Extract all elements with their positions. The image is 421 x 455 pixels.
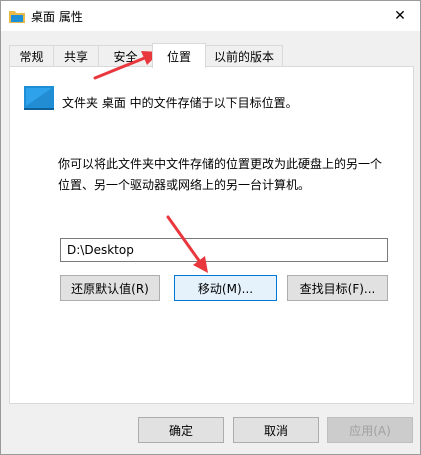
location-info: 你可以将此文件夹中文件存储的位置更改为此硬盘上的另一个 位置、另一个驱动器或网络… [58, 154, 408, 196]
tab-previous-versions[interactable]: 以前的版本 [205, 45, 283, 67]
tab-sharing[interactable]: 共享 [53, 45, 99, 67]
close-icon: ✕ [394, 8, 406, 24]
location-description: 文件夹 桌面 中的文件存储于以下目标位置。 [62, 96, 298, 110]
info-line-2: 位置、另一个驱动器或网络上的另一台计算机。 [58, 178, 311, 192]
ok-button[interactable]: 确定 [138, 417, 224, 443]
tab-general[interactable]: 常规 [9, 45, 54, 67]
info-line-1: 你可以将此文件夹中文件存储的位置更改为此硬盘上的另一个 [58, 157, 383, 171]
cancel-button[interactable]: 取消 [233, 417, 319, 443]
dialog-footer: 确定 取消 应用(A) [1, 404, 420, 454]
apply-button[interactable]: 应用(A) [327, 417, 413, 443]
tab-location[interactable]: 位置 [152, 43, 206, 68]
location-panel: 文件夹 桌面 中的文件存储于以下目标位置。 你可以将此文件夹中文件存储的位置更改… [9, 66, 414, 404]
title-bar: 桌面 属性 ✕ [1, 1, 420, 31]
find-target-button[interactable]: 查找目标(F)... [287, 275, 388, 301]
window-title: 桌面 属性 [31, 10, 83, 24]
properties-window: 桌面 属性 ✕ 常规 共享 安全 位置 以前的版本 文件夹 桌面 中的文件存储于… [0, 0, 421, 455]
desktop-folder-icon [24, 86, 54, 110]
tab-security[interactable]: 安全 [98, 45, 153, 67]
close-button[interactable]: ✕ [380, 1, 420, 31]
restore-default-button[interactable]: 还原默认值(R) [60, 275, 160, 301]
location-path-input[interactable] [60, 238, 388, 262]
tab-strip: 常规 共享 安全 位置 以前的版本 [9, 43, 409, 68]
move-button[interactable]: 移动(M)... [174, 275, 277, 301]
folder-icon [9, 11, 25, 23]
